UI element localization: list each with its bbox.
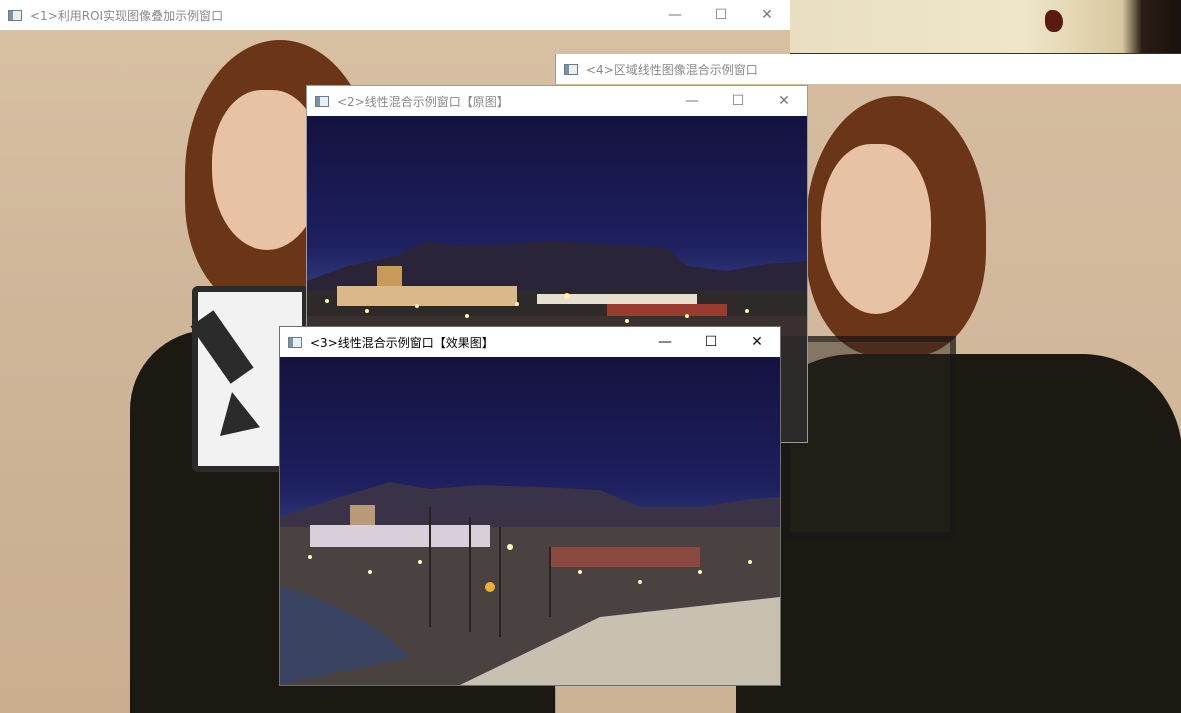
window-blend-result[interactable]: <3>线性混合示例窗口【效果图】 — ☐ ✕ xyxy=(279,326,781,686)
window-title: <2>线性混合示例窗口【原图】 xyxy=(337,94,509,109)
minimize-button[interactable]: — xyxy=(669,86,715,116)
minimize-button[interactable]: — xyxy=(642,327,688,357)
background-texture-strip xyxy=(790,0,1181,55)
close-button[interactable]: ✕ xyxy=(761,86,807,116)
window-title: <4>区域线性图像混合示例窗口 xyxy=(586,62,758,77)
window-region-blend-titlebar[interactable]: <4>区域线性图像混合示例窗口 xyxy=(556,54,1181,84)
blended-logo-region xyxy=(784,336,956,538)
app-window-icon xyxy=(315,95,329,107)
close-button[interactable]: ✕ xyxy=(744,0,790,30)
blended-harbor-image xyxy=(280,357,780,685)
window-blend-result-titlebar[interactable]: <3>线性混合示例窗口【效果图】 — ☐ ✕ xyxy=(280,327,780,357)
window-title: <3>线性混合示例窗口【效果图】 xyxy=(310,335,494,350)
close-button[interactable]: ✕ xyxy=(734,327,780,357)
window-title: <1>利用ROI实现图像叠加示例窗口 xyxy=(30,8,224,23)
maximize-button[interactable]: ☐ xyxy=(698,0,744,30)
maximize-button[interactable]: ☐ xyxy=(715,86,761,116)
minimize-button[interactable]: — xyxy=(652,0,698,30)
app-window-icon xyxy=(564,63,578,75)
window-blend-original-titlebar[interactable]: <2>线性混合示例窗口【原图】 — ☐ ✕ xyxy=(307,86,807,116)
app-window-icon xyxy=(8,9,22,21)
app-window-icon xyxy=(288,336,302,348)
maximize-button[interactable]: ☐ xyxy=(688,327,734,357)
window-roi-overlay-titlebar[interactable]: <1>利用ROI实现图像叠加示例窗口 — ☐ ✕ xyxy=(0,0,790,30)
